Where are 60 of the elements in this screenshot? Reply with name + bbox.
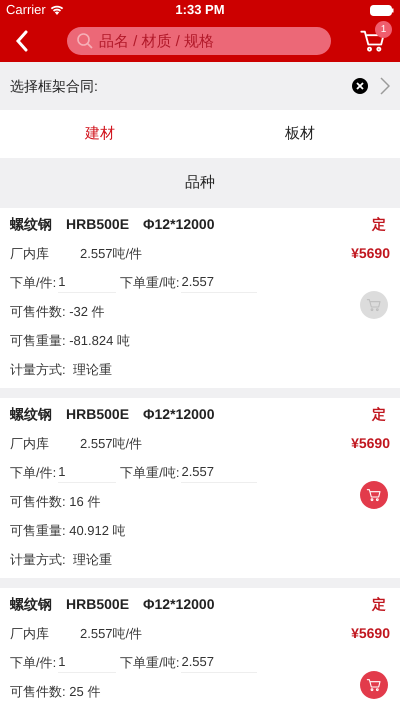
available-count: 可售件数: 16 件 [10, 492, 100, 511]
wifi-icon [50, 5, 64, 15]
close-icon [356, 82, 364, 90]
product-name: 螺纹钢 [10, 595, 52, 614]
weight-field[interactable]: 2.557 [181, 462, 258, 483]
available-count: 可售件数: -32 件 [10, 302, 105, 321]
battery-icon [370, 4, 394, 16]
unit-weight: 2.557吨/件 [80, 624, 142, 643]
status-time: 1:33 PM [175, 1, 225, 20]
product-spec: Φ12*12000 [143, 405, 214, 424]
product-spec: Φ12*12000 [143, 215, 214, 234]
chevron-right-icon[interactable] [380, 77, 390, 95]
search-icon [76, 32, 94, 50]
unit-weight: 2.557吨/件 [80, 434, 142, 453]
product-grade: HRB500E [66, 215, 130, 234]
warehouse-label: 厂内库 [10, 244, 50, 263]
category-tab[interactable]: 板材 [200, 110, 400, 158]
quantity-label: 下单/件: [10, 274, 56, 292]
quantity-label: 下单/件: [10, 654, 56, 672]
weight-label: 下单重/吨: [120, 654, 180, 672]
clear-button[interactable] [352, 78, 368, 94]
product-name: 螺纹钢 [10, 405, 52, 424]
quantity-label: 下单/件: [10, 464, 56, 482]
add-to-cart-button[interactable] [360, 481, 388, 509]
cart-icon [366, 677, 382, 693]
measurement-method: 计量方式: 理论重 [10, 550, 112, 569]
product-grade: HRB500E [66, 405, 130, 424]
product-tag: 定 [372, 404, 386, 425]
unit-weight: 2.557吨/件 [80, 244, 142, 263]
add-to-cart-button[interactable] [360, 671, 388, 699]
cart-badge: 1 [375, 21, 392, 38]
product-name: 螺纹钢 [10, 215, 52, 234]
weight-label: 下单重/吨: [120, 464, 180, 482]
price: ¥5690 [351, 434, 390, 453]
quantity-field[interactable]: 1 [58, 272, 116, 293]
product-tag: 定 [372, 214, 386, 235]
available-weight: 可售重量: -81.824 吨 [10, 332, 130, 350]
back-icon [15, 30, 29, 52]
section-title: 品种 [185, 172, 215, 193]
quantity-field[interactable]: 1 [58, 652, 116, 673]
carrier-label: Carrier [6, 1, 46, 20]
cart-icon [366, 487, 382, 503]
category-tab[interactable]: 建材 [0, 110, 200, 158]
weight-label: 下单重/吨: [120, 274, 180, 292]
price: ¥5690 [351, 624, 390, 643]
search-field[interactable]: 品名 / 材质 / 规格 [67, 27, 331, 55]
contract-label: 选择框架合同: [10, 76, 98, 96]
warehouse-label: 厂内库 [10, 434, 50, 453]
available-weight: 可售重量: 40.912 吨 [10, 522, 126, 540]
quantity-field[interactable]: 1 [58, 462, 116, 483]
product-grade: HRB500E [66, 595, 130, 614]
cart-icon [366, 297, 382, 313]
product-spec: Φ12*12000 [143, 595, 214, 614]
product-tag: 定 [372, 594, 386, 615]
price: ¥5690 [351, 244, 390, 263]
weight-field[interactable]: 2.557 [181, 652, 258, 673]
measurement-method: 计量方式: 理论重 [10, 360, 112, 379]
available-count: 可售件数: 25 件 [10, 682, 100, 701]
warehouse-label: 厂内库 [10, 624, 50, 643]
weight-field[interactable]: 2.557 [181, 272, 258, 293]
